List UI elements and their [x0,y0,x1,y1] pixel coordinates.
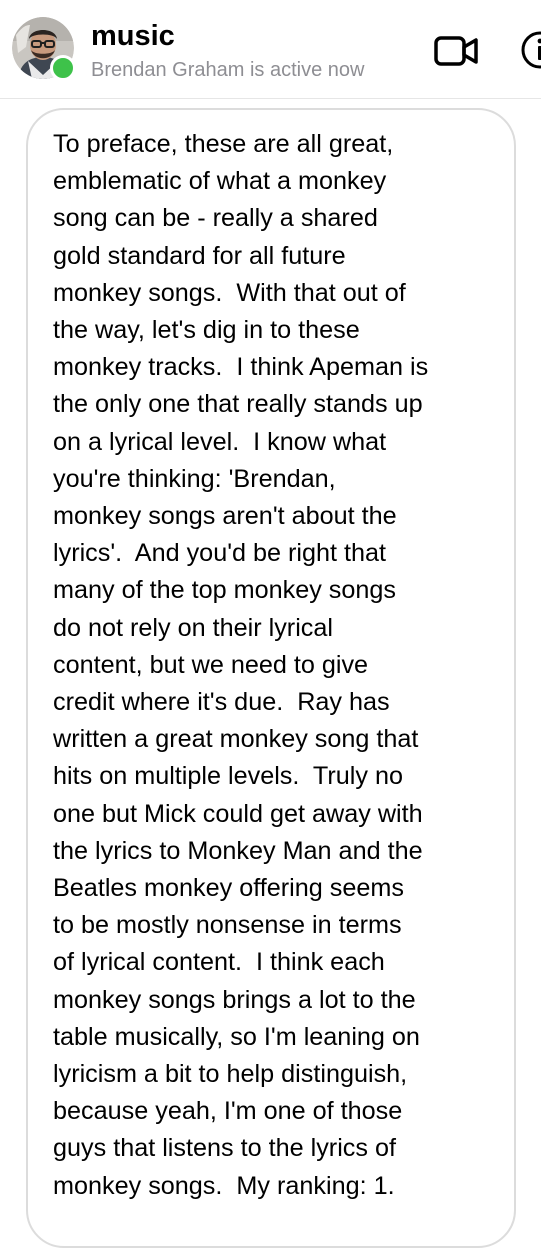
message-line: written a great monkey song that [53,725,419,754]
message-line: credit where it's due. Ray has [53,688,390,717]
message-line: many of the top monkey songs [53,576,397,605]
message-line: gold standard for all future [53,241,346,270]
message-line: on a lyrical level. I know what [53,427,387,456]
message-line: monkey tracks. I think Apeman is [53,353,429,382]
message-line: guys that listens to the lyrics of [53,1134,396,1163]
active-status-text: Brendan Graham is active now [91,59,365,81]
message-line: monkey songs brings a lot to the [53,985,416,1014]
message-line: content, but we need to give [53,650,369,679]
message-line: table musically, so I'm leaning on [53,1022,420,1051]
message-line: lyrics'. And you'd be right that [53,539,387,568]
message-line: To preface, these are all great, [53,130,394,158]
message-line: lyricism a bit to help distinguish, [53,1060,408,1089]
message-line: you're thinking: 'Brendan, [53,464,336,493]
message-line: do not rely on their lyrical [53,613,333,642]
message-line: to be mostly nonsense in terms [53,911,402,940]
info-icon[interactable] [518,28,541,72]
active-status-indicator [50,55,76,81]
message-line: monkey songs. My ranking: 1. [53,1171,395,1200]
message-text: To preface, these are all great, emblema… [53,126,513,1205]
message-line: Beatles monkey offering seems [53,874,404,903]
message-line: the lyrics to Monkey Man and the [53,836,423,865]
message-line: hits on multiple levels. Truly no [53,762,403,791]
message-line: because yeah, I'm one of those [53,1097,403,1126]
message-line: song can be - really a shared [53,204,378,233]
message-line: the way, let's dig in to these [53,316,360,345]
video-camera-icon[interactable] [432,30,480,70]
avatar[interactable] [12,17,76,81]
chat-header: music Brendan Graham is active now [0,0,541,99]
chat-title[interactable]: music [91,18,175,54]
message-line: one but Mick could get away with [53,799,423,828]
message-line: the only one that really stands up [53,390,423,419]
message-line: monkey songs aren't about the [53,502,397,531]
message-line: monkey songs. With that out of [53,278,406,307]
message-line: of lyrical content. I think each [53,948,385,977]
message-line: emblematic of what a monkey [53,167,387,196]
